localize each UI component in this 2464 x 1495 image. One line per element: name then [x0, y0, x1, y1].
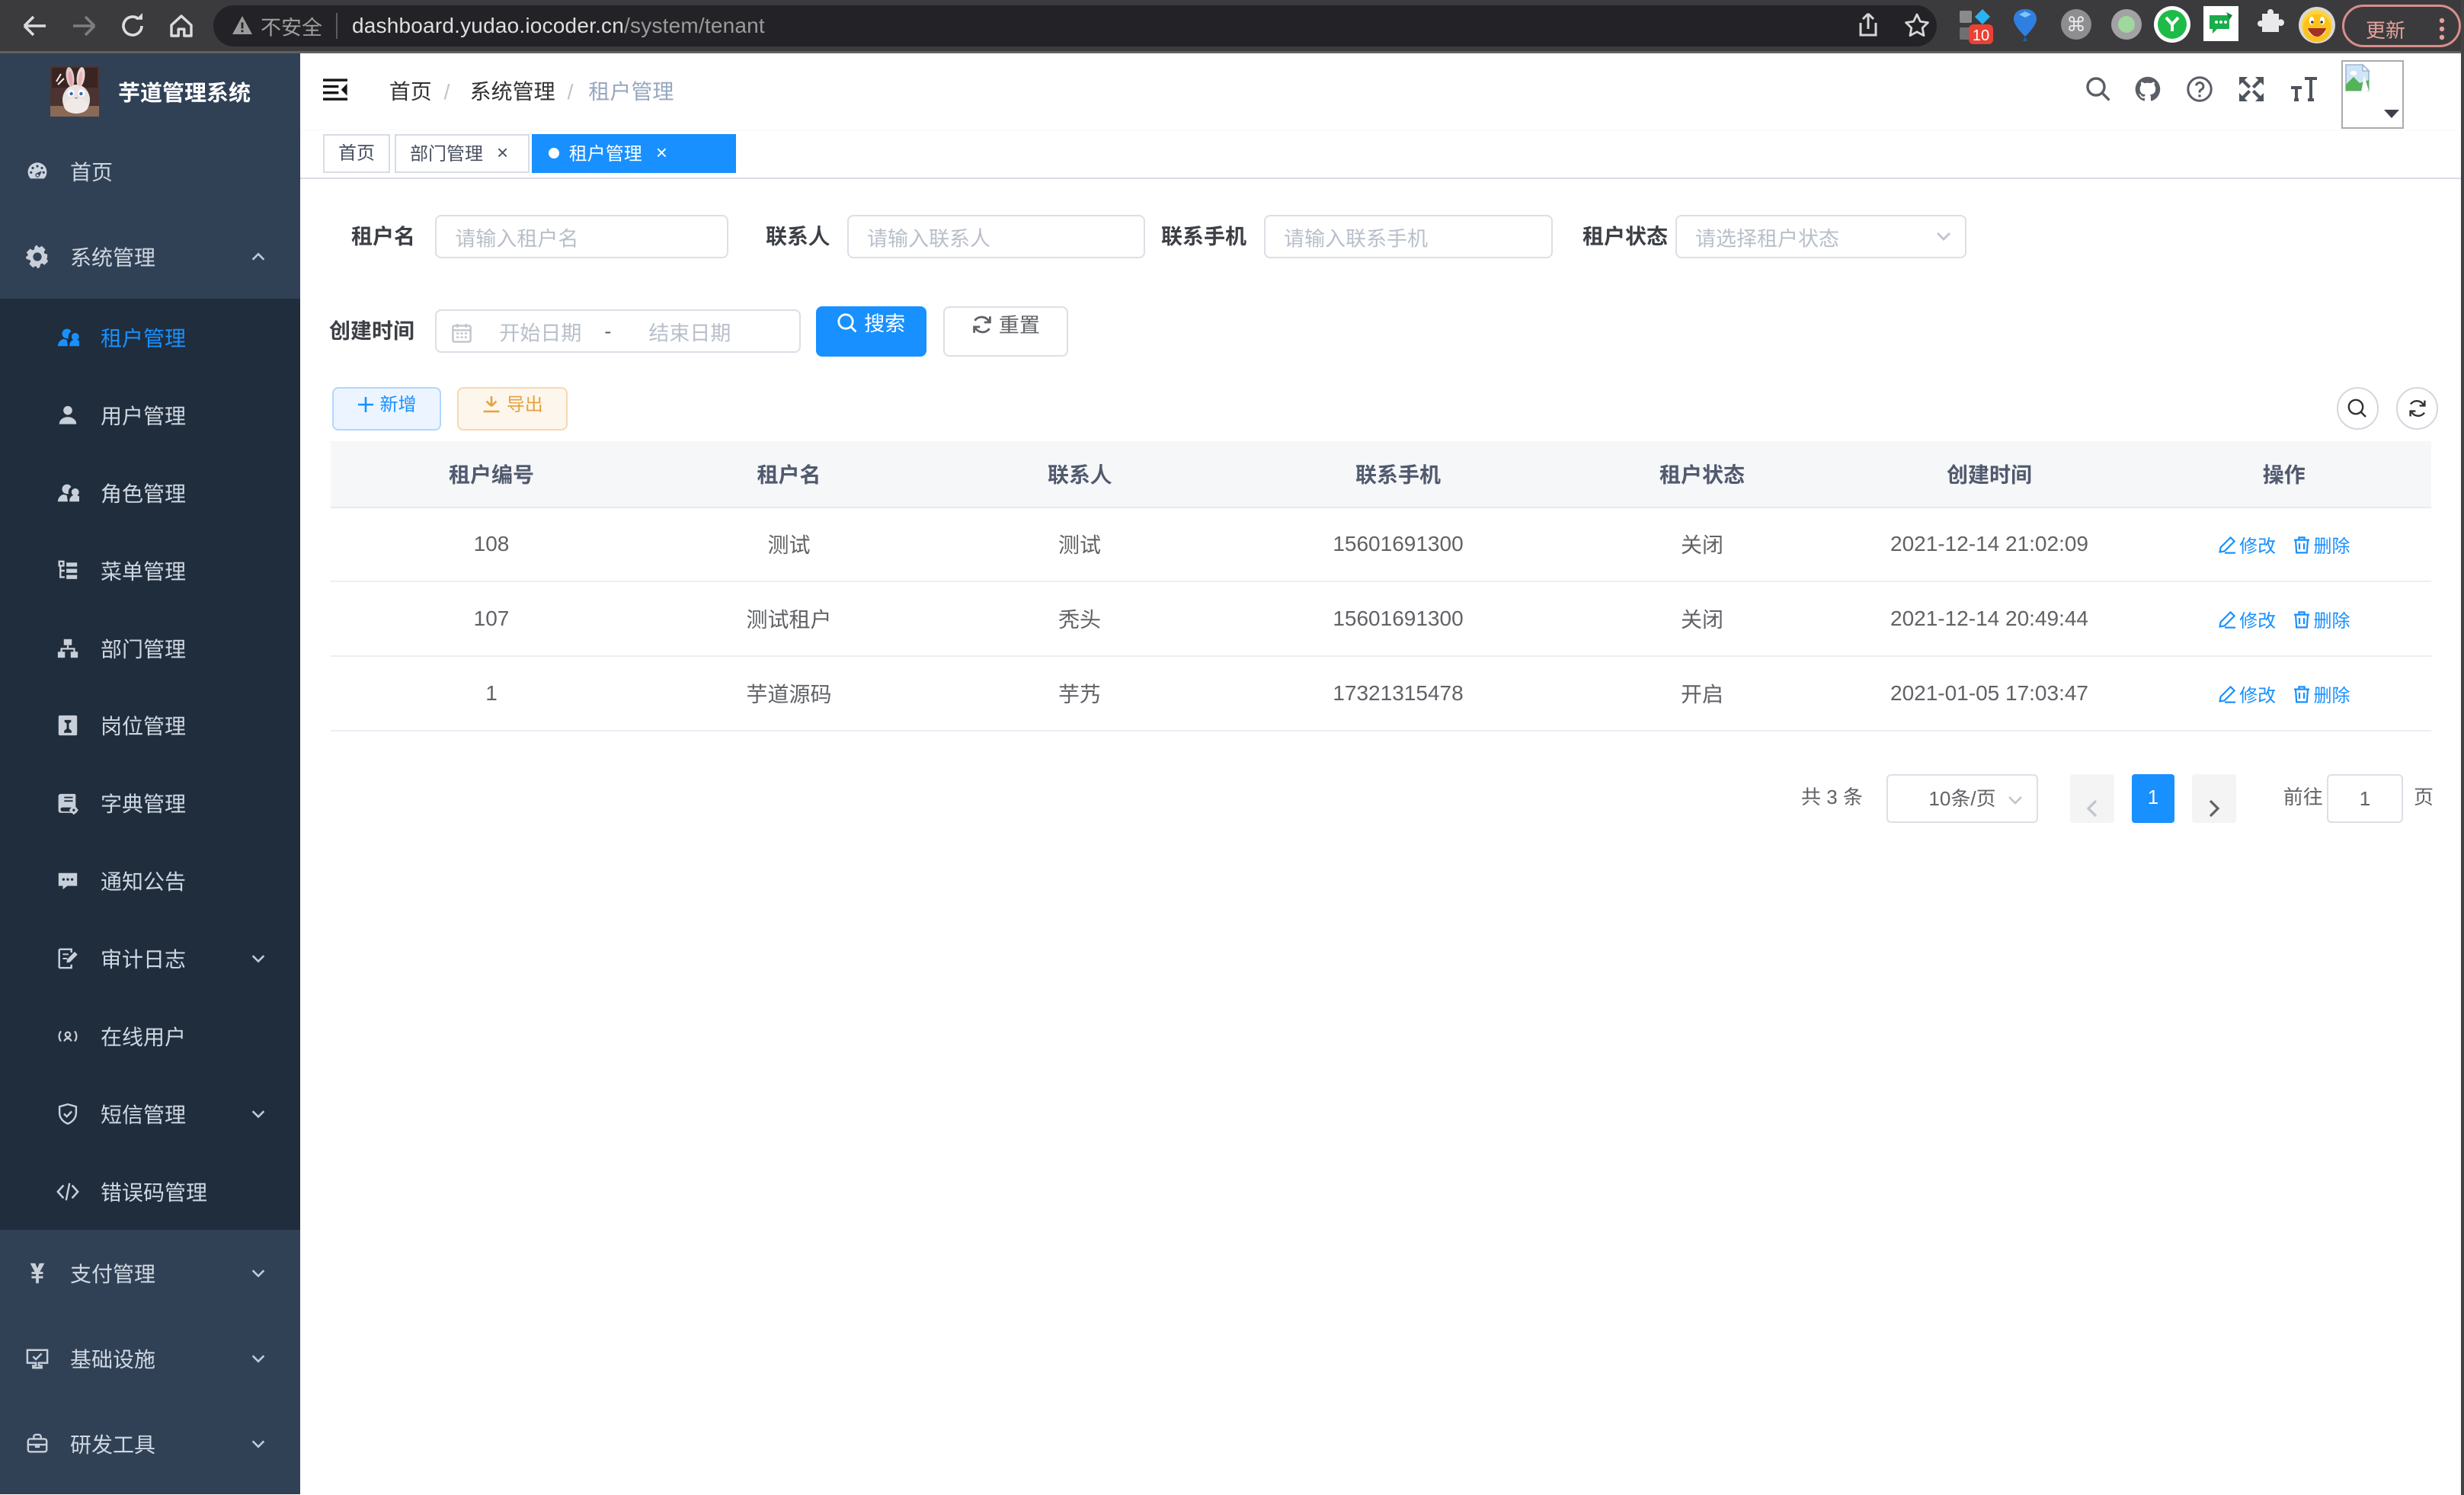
svg-text:10: 10	[1973, 27, 1989, 44]
svg-text:⌘: ⌘	[2066, 13, 2086, 36]
